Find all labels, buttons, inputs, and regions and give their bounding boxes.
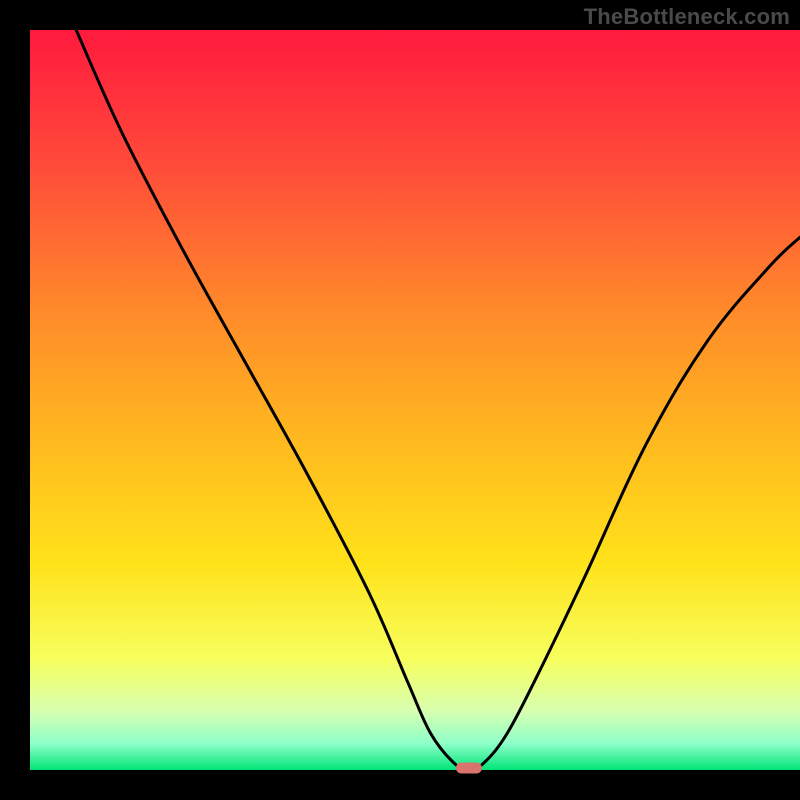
bottleneck-chart: [0, 0, 800, 800]
minimum-marker: [456, 763, 482, 774]
plot-background: [30, 30, 800, 770]
chart-container: TheBottleneck.com: [0, 0, 800, 800]
watermark-label: TheBottleneck.com: [584, 4, 790, 30]
